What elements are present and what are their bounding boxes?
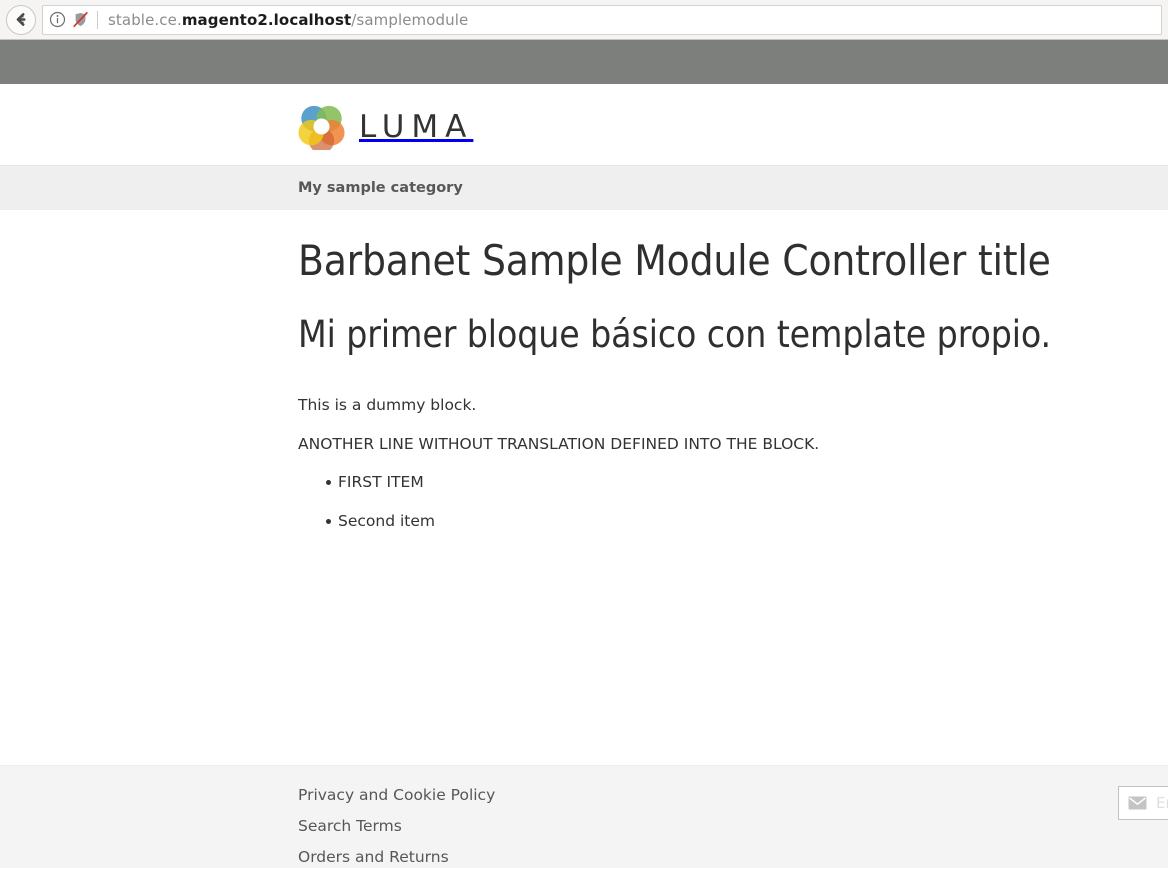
footer-link-orders-returns[interactable]: Orders and Returns [298,848,449,866]
page-title: Barbanet Sample Module Controller title [298,236,1051,285]
url-divider [97,10,98,29]
arrow-left-icon [13,11,30,28]
main-content: Barbanet Sample Module Controller title … [0,210,1168,765]
footer-link-item: Orders and Returns [298,848,1168,867]
newsletter-signup[interactable]: Enter your email address [1118,786,1168,820]
list-item: Second item [298,510,1168,532]
info-circle-icon[interactable] [49,11,66,28]
url-path: /samplemodule [351,10,469,29]
newsletter-email-input[interactable]: Enter your email address [1156,794,1168,812]
page-viewport: LUMA My sample category Barbanet Sample … [0,40,1168,876]
footer-link-item: Search Terms [298,817,1168,836]
list-item: FIRST ITEM [298,471,1168,493]
url-prefix: stable.ce. [108,10,182,29]
browser-toolbar: stable.ce.magento2.localhost/samplemodul… [0,0,1168,40]
footer-link-search-terms[interactable]: Search Terms [298,817,402,835]
block-title: Mi primer bloque básico con template pro… [298,312,1051,356]
envelope-icon [1128,796,1147,810]
site-logo-link[interactable]: LUMA [298,103,473,150]
url-host: magento2.localhost [181,10,352,29]
address-bar[interactable]: stable.ce.magento2.localhost/samplemodul… [42,4,1162,35]
footer-link-item: Privacy and Cookie Policy [298,786,1168,805]
category-bar: My sample category [0,165,1168,210]
url-text: stable.ce.magento2.localhost/samplemodul… [108,11,468,29]
untranslated-line-paragraph: ANOTHER LINE WITHOUT TRANSLATION DEFINED… [298,434,820,453]
footer-link-list: Privacy and Cookie Policy Search Terms O… [298,786,1168,867]
site-footer: Privacy and Cookie Policy Search Terms O… [0,765,1168,868]
top-gray-band [0,40,1168,84]
back-button[interactable] [6,4,36,35]
luma-flower-logo-icon [298,103,345,150]
site-identity-icons [49,11,97,28]
site-header: LUMA [0,84,1168,165]
site-logo-text: LUMA [359,108,474,145]
footer-link-privacy[interactable]: Privacy and Cookie Policy [298,786,495,804]
dummy-block-paragraph: This is a dummy block. [298,396,477,415]
shield-crossed-out-icon[interactable] [72,11,89,28]
block-item-list: FIRST ITEM Second item [298,471,1168,532]
category-title: My sample category [298,180,463,196]
